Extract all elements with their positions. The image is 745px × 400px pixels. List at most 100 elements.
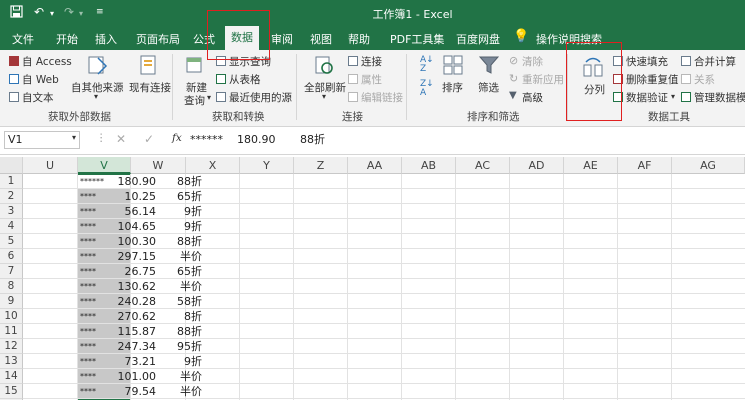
text-to-columns-button[interactable]: 分列 [584,82,605,97]
tab-data[interactable]: 数据 [225,26,259,50]
relationships-button[interactable]: 关系 [694,72,715,87]
tab-home[interactable]: 开始 [56,31,78,47]
row-header[interactable]: 13 [0,354,23,369]
tab-pdf-tools[interactable]: PDF工具集 [390,31,444,47]
cell-w-discount[interactable]: 95折 [150,339,202,354]
column-header-u[interactable]: U [23,157,78,174]
cell-w-discount[interactable]: 65折 [150,264,202,279]
reapply-button[interactable]: 重新应用 [522,72,564,87]
row-header[interactable]: 8 [0,279,23,294]
properties-button[interactable]: 属性 [361,72,382,87]
name-box-dropdown-icon[interactable]: ▾ [72,133,76,142]
cell-v-amount[interactable]: 79.54 [90,384,157,399]
cell-v-amount[interactable]: 26.75 [90,264,157,279]
cell-v-amount[interactable]: 297.15 [90,249,157,264]
column-header-ac[interactable]: AC [456,157,510,174]
data-validation-button[interactable]: 数据验证 [626,90,668,105]
edit-links-button[interactable]: 编辑链接 [361,90,403,105]
cell-v-amount[interactable]: 270.62 [90,309,157,324]
cancel-icon[interactable]: ✕ [116,132,126,146]
manage-data-model-button[interactable]: 管理数据模型 [694,90,745,105]
row-header[interactable]: 2 [0,189,23,204]
cell-w-discount[interactable]: 9折 [150,219,202,234]
new-query-dropdown-icon[interactable]: ▾ [207,93,211,102]
connections-button[interactable]: 连接 [361,54,382,69]
column-header-w[interactable]: W [131,157,186,174]
sort-ascending-icon[interactable]: A↓ Z [420,56,434,74]
tab-baidu-netdisk[interactable]: 百度网盘 [456,31,500,47]
tab-page-layout[interactable]: 页面布局 [136,31,180,47]
cell-w-discount[interactable]: 88折 [150,174,202,189]
formula-bar-options-icon[interactable]: ⋮ [96,132,107,144]
row-header[interactable]: 1 [0,174,23,189]
cell-w-discount[interactable]: 58折 [150,294,202,309]
cell-w-discount[interactable]: 9折 [150,354,202,369]
row-header[interactable]: 11 [0,324,23,339]
tab-review[interactable]: 审阅 [271,31,293,47]
formula-input[interactable]: ****** 180.90 88折 [190,131,742,149]
refresh-all-dropdown-icon[interactable]: ▾ [322,92,326,101]
column-header-y[interactable]: Y [240,157,294,174]
cell-v-amount[interactable]: 180.90 [90,174,157,189]
name-box[interactable]: V1 [4,131,80,149]
from-table-button[interactable]: 从表格 [229,72,261,87]
sort-button[interactable]: 排序 [442,80,463,95]
tab-file[interactable]: 文件 [12,31,34,47]
cell-w-discount[interactable]: 88折 [150,234,202,249]
from-web-button[interactable]: 自 Web [22,72,59,87]
cell-v-amount[interactable]: 130.62 [90,279,157,294]
cell-w-discount[interactable]: 9折 [150,204,202,219]
row-header[interactable]: 12 [0,339,23,354]
row-header[interactable]: 10 [0,309,23,324]
clear-filter-button[interactable]: 清除 [522,54,543,69]
cell-v-amount[interactable]: 104.65 [90,219,157,234]
cell-w-discount[interactable]: 半价 [150,384,202,399]
row-header[interactable]: 6 [0,249,23,264]
cell-v-amount[interactable]: 73.21 [90,354,157,369]
cell-v-amount[interactable]: 247.34 [90,339,157,354]
cell-v-amount[interactable]: 115.87 [90,324,157,339]
row-header[interactable]: 15 [0,384,23,399]
from-text-button[interactable]: 自文本 [22,90,54,105]
consolidate-button[interactable]: 合并计算 [694,54,736,69]
advanced-filter-button[interactable]: 高级 [522,90,543,105]
worksheet-grid[interactable]: U V W X Y Z AA AB AC AD AE AF AG 1 ******… [0,157,745,400]
column-header-z[interactable]: Z [294,157,348,174]
cell-w-discount[interactable]: 88折 [150,324,202,339]
column-header-v[interactable]: V [78,157,131,174]
sort-descending-icon[interactable]: Z↓ A [420,80,434,98]
recent-sources-button[interactable]: 最近使用的源 [229,90,292,105]
other-sources-dropdown-icon[interactable]: ▾ [94,92,98,101]
existing-connections-button[interactable]: 现有连接 [129,80,171,95]
tab-help[interactable]: 帮助 [348,31,370,47]
row-header[interactable]: 14 [0,369,23,384]
flash-fill-button[interactable]: 快速填充 [626,54,668,69]
cell-w-discount[interactable]: 半价 [150,279,202,294]
column-header-ag[interactable]: AG [672,157,745,174]
from-access-button[interactable]: 自 Access [22,54,72,69]
column-header-ad[interactable]: AD [510,157,564,174]
show-queries-button[interactable]: 显示查询 [229,54,271,69]
row-header[interactable]: 3 [0,204,23,219]
insert-function-icon[interactable]: fx [172,132,182,144]
filter-button[interactable]: 筛选 [478,80,499,95]
enter-icon[interactable]: ✓ [144,132,154,146]
cell-w-discount[interactable]: 半价 [150,249,202,264]
tell-me-search[interactable]: 操作说明搜索 [536,31,602,47]
cell-v-amount[interactable]: 10.25 [90,189,157,204]
row-header[interactable]: 4 [0,219,23,234]
row-header[interactable]: 9 [0,294,23,309]
tab-formulas[interactable]: 公式 [193,31,215,47]
cell-w-discount[interactable]: 65折 [150,189,202,204]
data-validation-dropdown-icon[interactable]: ▾ [671,92,675,101]
column-header-ab[interactable]: AB [402,157,456,174]
tab-view[interactable]: 视图 [310,31,332,47]
column-header-aa[interactable]: AA [348,157,402,174]
column-header-ae[interactable]: AE [564,157,618,174]
cell-v-amount[interactable]: 100.30 [90,234,157,249]
select-all-corner[interactable] [0,157,23,174]
cell-v-amount[interactable]: 101.00 [90,369,157,384]
cell-w-discount[interactable]: 8折 [150,309,202,324]
new-query-button[interactable]: 查询 [184,93,205,108]
tab-insert[interactable]: 插入 [95,31,117,47]
